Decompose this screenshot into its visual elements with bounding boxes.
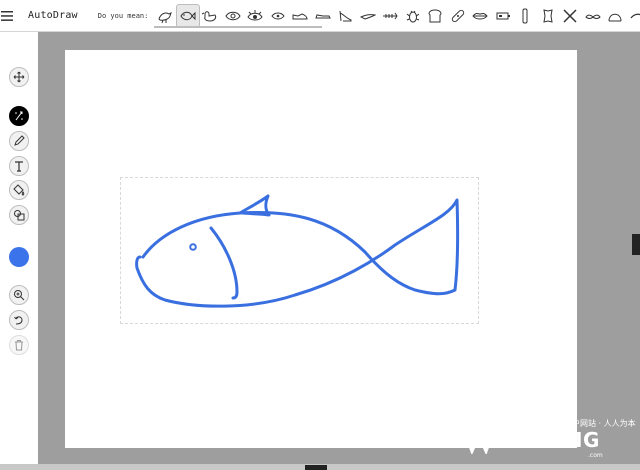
type-tool-button[interactable]: [9, 156, 29, 176]
suggestion-duck[interactable]: [199, 5, 221, 27]
suggestion-fish-bone[interactable]: [379, 5, 401, 27]
shape-tool-button[interactable]: [9, 205, 29, 225]
undo-icon: [14, 316, 23, 325]
undo-button[interactable]: [9, 310, 29, 330]
color-picker-button[interactable]: [9, 247, 29, 267]
shape-icon: [14, 210, 25, 221]
high-heel-icon: [339, 10, 352, 21]
bird-flying-icon: [359, 13, 376, 20]
suggestion-eye-outline[interactable]: [244, 5, 266, 27]
suggestion-sneaker[interactable]: [312, 5, 334, 27]
duck-icon: [202, 10, 217, 22]
menu-button[interactable]: [0, 0, 14, 32]
fish-gill-stroke: [209, 226, 239, 300]
hat-icon: [608, 13, 622, 21]
bandage-icon: [451, 9, 465, 22]
draw-tool-button[interactable]: [9, 131, 29, 151]
glasses-icon: [522, 8, 528, 23]
move-tool-button[interactable]: [9, 67, 29, 87]
suggestion-bone[interactable]: [537, 5, 559, 27]
eye-outline-icon: [247, 9, 263, 20]
fish-eye: [189, 243, 197, 251]
autodraw-tool-button[interactable]: [9, 106, 29, 126]
delete-button[interactable]: [9, 335, 29, 355]
delete-icon: [15, 340, 23, 351]
left-toolbar: [0, 32, 38, 470]
suggestion-lips[interactable]: [469, 5, 491, 27]
suggestion-high-heel[interactable]: [334, 5, 356, 27]
watermark-logo: [462, 427, 496, 454]
bug-icon: [406, 10, 420, 22]
fill-icon: [13, 184, 25, 196]
text-icon: [15, 161, 23, 172]
suggestion-fish[interactable]: [175, 3, 200, 28]
suggestion-eyebrow[interactable]: [627, 5, 640, 27]
shoe-icon: [292, 12, 308, 19]
vertical-scroll-handle[interactable]: [632, 234, 640, 255]
suggestion-battery[interactable]: [492, 5, 514, 27]
suggestions-label: Do you mean:: [97, 11, 149, 20]
suggestion-eye-closed[interactable]: [267, 5, 289, 27]
top-bar: AutoDraw Do you mean:: [0, 0, 640, 32]
watermark-domain: .com: [588, 452, 603, 459]
zoom-icon: [14, 290, 25, 301]
suggestion-bird[interactable]: [154, 5, 176, 27]
battery-icon: [496, 12, 510, 19]
suggestions-bar: [154, 0, 640, 32]
fish-icon: [180, 11, 196, 20]
fish-drawing[interactable]: [65, 50, 577, 448]
pencil-icon: [14, 135, 25, 146]
watermark-brand: CGWANG: [496, 428, 600, 452]
suggestion-bandage[interactable]: [447, 5, 469, 27]
eye-closed-icon: [271, 12, 285, 19]
mustache-icon: [585, 14, 601, 19]
fill-tool-button[interactable]: [9, 180, 29, 200]
suggestion-bug[interactable]: [402, 5, 424, 27]
app-title: AutoDraw: [28, 10, 78, 21]
suggestion-bread[interactable]: [424, 5, 446, 27]
suggestion-scissors[interactable]: [559, 5, 581, 27]
suggestion-mustache[interactable]: [582, 5, 604, 27]
sneaker-icon: [315, 13, 331, 18]
cgwang-watermark: 国内领先设计类门户网站 · 人人为本 CGWANG .com: [462, 418, 636, 462]
suggestion-bird-flying[interactable]: [357, 5, 379, 27]
bird-icon: [158, 11, 173, 23]
horizontal-scroll-handle[interactable]: [305, 465, 327, 470]
suggestion-shoe[interactable]: [289, 5, 311, 27]
fish-body-stroke: [135, 198, 460, 308]
suggestions-scroll-indicator: [154, 25, 323, 28]
fish-bone-icon: [383, 12, 398, 19]
hamburger-menu-icon: [1, 10, 13, 21]
drawing-canvas[interactable]: [65, 50, 577, 448]
lips-icon: [472, 12, 488, 19]
suggestion-hat[interactable]: [604, 5, 626, 27]
suggestion-eye[interactable]: [222, 5, 244, 27]
eyebrow-icon: [630, 13, 640, 18]
bone-icon: [543, 8, 553, 23]
zoom-button[interactable]: [9, 285, 29, 305]
bread-icon: [428, 8, 442, 22]
suggestion-glasses[interactable]: [514, 5, 536, 27]
move-icon: [13, 71, 25, 83]
autodraw-icon: [15, 111, 23, 121]
scissors-icon: [563, 8, 577, 23]
canvas-area: [38, 32, 640, 470]
eye-icon: [225, 11, 241, 20]
